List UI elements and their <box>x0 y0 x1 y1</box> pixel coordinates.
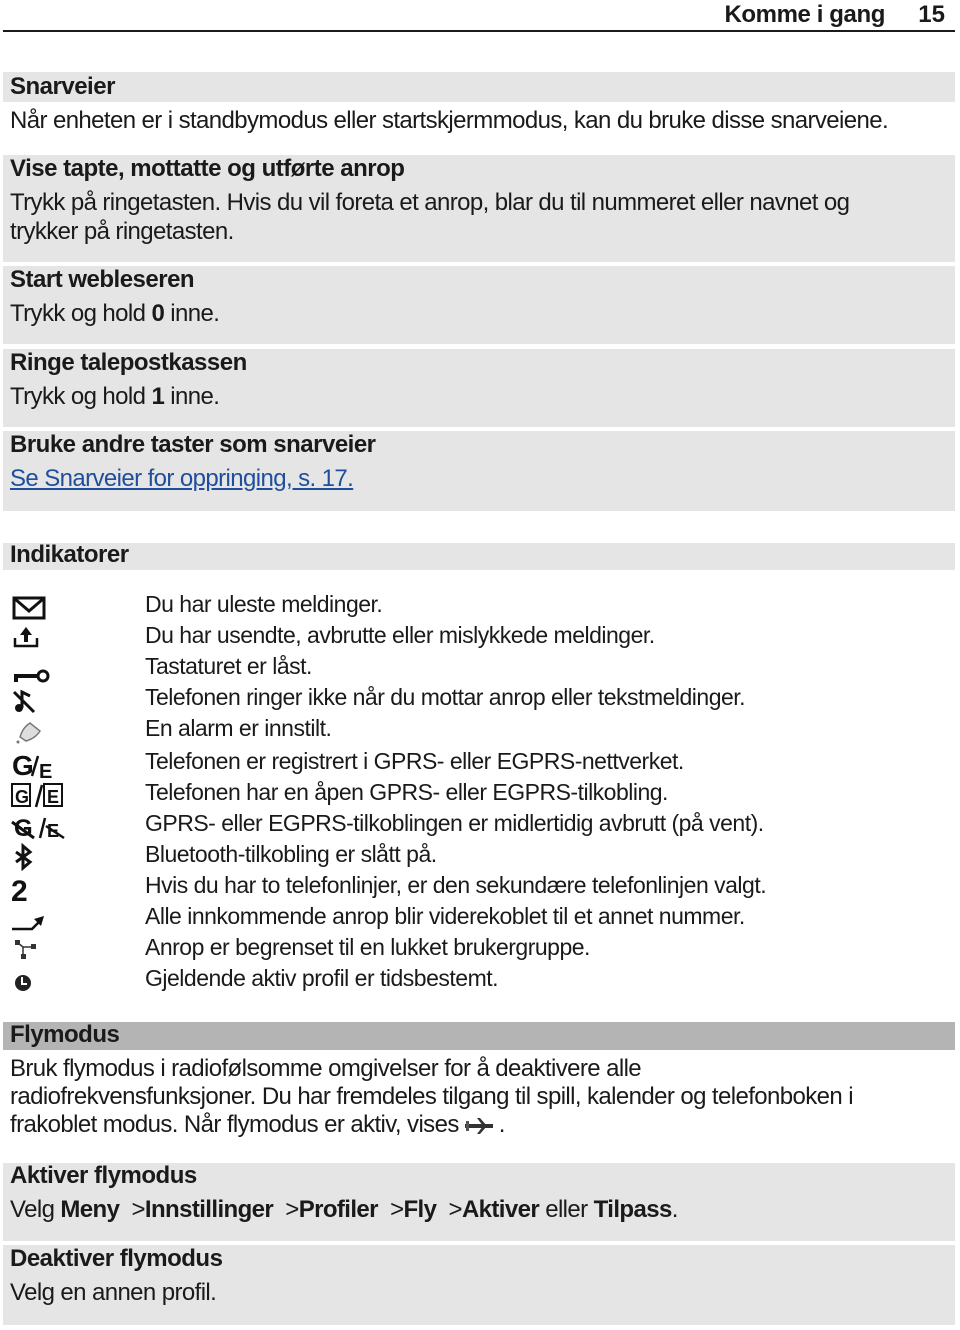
indicator-row: Du har uleste meldinger. <box>0 591 960 622</box>
text-fragment: . <box>498 1111 506 1138</box>
text-fragment: eller <box>545 1196 588 1223</box>
menu-path-item[interactable]: Aktiver <box>462 1196 540 1223</box>
svg-text:G: G <box>12 750 34 778</box>
section-title-flymodus: Flymodus <box>10 1021 120 1048</box>
shortcut-text: Trykk på ringetasten. Hvis du vil foreta… <box>10 189 850 216</box>
svg-text:G: G <box>15 787 29 807</box>
menu-path-item[interactable]: Innstillinger <box>145 1196 274 1223</box>
indicator-text: Anrop er begrenset til en lukket brukerg… <box>145 934 590 960</box>
deactivate-text: Velg en annen profil. <box>10 1279 217 1306</box>
outbox-upload-icon <box>13 627 39 648</box>
chapter-title: Komme i gang <box>724 1 885 28</box>
indicator-text: Telefonen er registrert i GPRS- eller EG… <box>145 748 684 774</box>
bluetooth-icon <box>15 843 33 871</box>
shortcut-title: Bruke andre taster som snarveier <box>10 431 376 458</box>
indicator-row: Du har usendte, avbrutte eller mislykked… <box>0 622 960 653</box>
key-label: 0 <box>151 300 165 327</box>
text-fragment: . <box>671 1196 679 1223</box>
flymodus-text: frakoblet modus. Når flymodus er aktiv, … <box>10 1111 505 1139</box>
activate-instructions: Velg Meny >Innstillinger >Profiler >Fly … <box>10 1196 678 1224</box>
menu-path-item[interactable]: Meny <box>60 1196 120 1223</box>
shortcut-text: Trykk og hold 0 inne. <box>10 300 220 328</box>
menu-path-item[interactable]: Tilpass <box>594 1196 673 1223</box>
indicator-text: En alarm er innstilt. <box>145 715 332 741</box>
call-divert-icon <box>12 916 44 931</box>
flymodus-text: Bruk flymodus i radiofølsomme omgivelser… <box>10 1055 642 1082</box>
gprs-egprs-connected-icon: G E <box>11 783 63 808</box>
speed-dial-link[interactable]: Se Snarveier for oppringing, s. 17. <box>10 465 354 493</box>
text-fragment: Velg <box>10 1196 55 1223</box>
indicator-text: Telefonen har en åpen GPRS- eller EGPRS-… <box>145 779 668 805</box>
gprs-egprs-suspended-icon: G E <box>11 815 65 840</box>
text-fragment: Trykk og hold <box>10 383 152 410</box>
svg-text:E: E <box>47 787 59 807</box>
section-header-bar <box>3 543 955 570</box>
indicator-text: Bluetooth-tilkobling er slått på. <box>145 841 437 867</box>
indicator-row: G E Telefonen har en åpen GPRS- eller EG… <box>0 779 960 810</box>
path-separator: > <box>285 1196 299 1223</box>
indicator-text: Gjeldende aktiv profil er tidsbestemt. <box>145 965 499 991</box>
flymodus-text: radiofrekvensfunksjoner. Du har fremdele… <box>10 1083 854 1110</box>
section-header-bar <box>3 72 955 102</box>
svg-text:2: 2 <box>11 875 28 902</box>
menu-path-item[interactable]: Profiler <box>299 1196 379 1223</box>
section-header-bar <box>3 1022 955 1050</box>
shortcut-text: trykker på ringetasten. <box>10 218 234 245</box>
alarm-bell-icon <box>16 722 42 744</box>
key-lock-icon <box>14 669 50 683</box>
gprs-egprs-registered-icon: G E <box>12 750 52 778</box>
path-separator: > <box>390 1196 404 1223</box>
shortcut-title: Ringe talepostkassen <box>10 349 247 376</box>
indicator-text: Du har usendte, avbrutte eller mislykked… <box>145 622 655 648</box>
activate-title: Aktiver flymodus <box>10 1162 197 1189</box>
indicator-text: Alle innkommende anrop blir viderekoblet… <box>145 903 745 929</box>
text-fragment: frakoblet modus. Når flymodus er aktiv, … <box>10 1111 459 1138</box>
indicator-row: G E GPRS- eller EGPRS-tilkoblingen er mi… <box>0 810 960 841</box>
indicator-text: Tastaturet er låst. <box>145 653 312 679</box>
indicator-row: En alarm er innstilt. <box>0 715 960 746</box>
text-fragment: inne. <box>164 300 220 327</box>
text-fragment: Trykk og hold <box>10 300 152 327</box>
indicator-text: Hvis du har to telefonlinjer, er den sek… <box>145 872 767 898</box>
indicator-row: Anrop er begrenset til en lukket brukerg… <box>0 934 960 965</box>
indicator-row: Gjeldende aktiv profil er tidsbestemt. <box>0 965 960 996</box>
path-separator: > <box>448 1196 463 1223</box>
indicator-row: G E Telefonen er registrert i GPRS- elle… <box>0 748 960 779</box>
section-title-indikatorer: Indikatorer <box>10 541 129 568</box>
silent-note-icon <box>12 689 36 714</box>
page-header: Komme i gang 15 <box>3 0 955 32</box>
text-fragment: inne. <box>164 383 220 410</box>
page-number: 15 <box>918 1 945 28</box>
indicator-row: Tastaturet er låst. <box>0 653 960 684</box>
section-title-snarveier: Snarveier <box>10 73 115 100</box>
svg-text:E: E <box>39 761 52 778</box>
path-separator: > <box>131 1196 145 1223</box>
menu-path-item[interactable]: Fly <box>403 1196 436 1223</box>
deactivate-title: Deaktiver flymodus <box>10 1245 223 1272</box>
key-label: 1 <box>151 383 165 410</box>
indicator-row: 2 Hvis du har to telefonlinjer, er den s… <box>0 872 960 903</box>
indicator-text: GPRS- eller EGPRS-tilkoblingen er midler… <box>145 810 764 836</box>
timed-profile-icon <box>15 975 31 991</box>
closed-user-group-icon <box>15 940 36 959</box>
indicator-text: Du har uleste meldinger. <box>145 591 383 617</box>
line-two-icon: 2 <box>11 875 28 902</box>
airplane-icon <box>464 1117 493 1134</box>
indicator-text: Telefonen ringer ikke når du mottar anro… <box>145 684 746 710</box>
shortcut-title: Start webleseren <box>10 266 195 293</box>
indicator-row: Bluetooth-tilkobling er slått på. <box>0 841 960 872</box>
envelope-icon <box>12 596 46 620</box>
indicator-row: Alle innkommende anrop blir viderekoblet… <box>0 903 960 934</box>
indicator-row: Telefonen ringer ikke når du mottar anro… <box>0 684 960 715</box>
snarveier-intro: Når enheten er i standbymodus eller star… <box>10 107 889 134</box>
shortcut-title: Vise tapte, mottatte og utførte anrop <box>10 155 405 182</box>
shortcut-text: Trykk og hold 1 inne. <box>10 383 220 411</box>
